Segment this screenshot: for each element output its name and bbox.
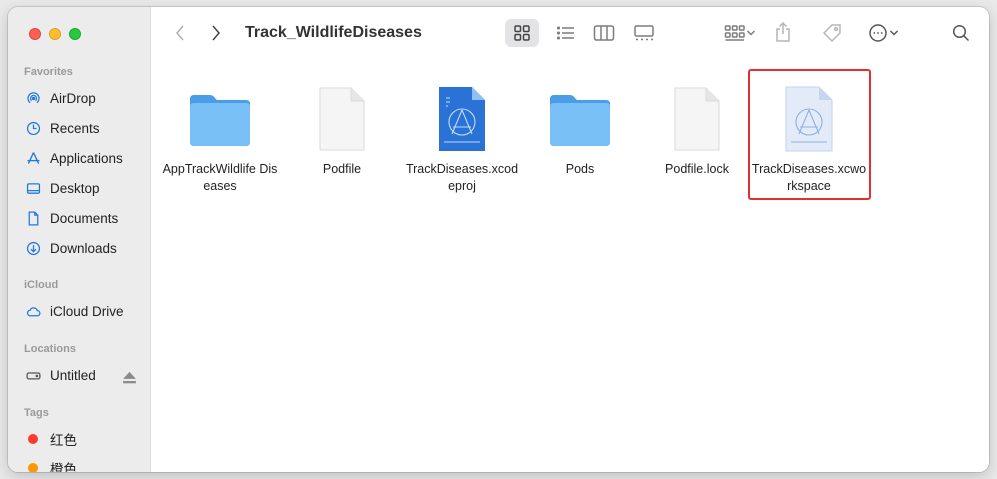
file-name: Pods — [565, 162, 595, 176]
locations-header: Locations — [24, 343, 76, 355]
cloud-icon — [22, 303, 44, 320]
list-view-button[interactable] — [549, 19, 583, 47]
tags-header: Tags — [24, 407, 49, 419]
toolbar: Track_WildlifeDiseases — [151, 7, 989, 59]
column-view-button[interactable] — [587, 19, 621, 47]
tag-orange-dot-icon — [22, 463, 44, 472]
download-icon — [22, 240, 44, 257]
chevron-left-icon — [176, 25, 184, 41]
sidebar-item-recents[interactable]: Recents — [22, 116, 144, 140]
favorites-header: Favorites — [24, 66, 73, 78]
document-icon — [306, 83, 378, 155]
chevron-down-icon — [746, 30, 756, 36]
sidebar-item-documents[interactable]: Documents — [22, 206, 144, 230]
document-icon — [22, 210, 44, 227]
grid-icon — [514, 25, 530, 41]
folder-icon — [184, 83, 256, 155]
more-actions-button[interactable] — [863, 19, 903, 47]
tags-button[interactable] — [819, 19, 845, 47]
file-item-pods-folder[interactable]: Pods — [520, 83, 640, 178]
sidebar-item-applications[interactable]: Applications — [22, 146, 144, 170]
sidebar-item-tag-red[interactable]: 红色 — [22, 427, 144, 451]
group-grid-icon — [724, 25, 745, 41]
search-icon — [952, 24, 970, 42]
file-item-podfile-lock[interactable]: Podfile.lock — [637, 83, 757, 178]
sidebar-item-label: Untitled — [50, 367, 96, 383]
window-title: Track_WildlifeDiseases — [245, 24, 422, 41]
ellipsis-circle-icon — [869, 24, 887, 42]
forward-button[interactable] — [205, 21, 227, 45]
group-by-button[interactable] — [717, 19, 763, 47]
sidebar-item-icloud-drive[interactable]: iCloud Drive — [22, 299, 144, 323]
icon-view-button[interactable] — [505, 19, 539, 47]
finder-window: Favorites AirDrop Recents Applications D… — [8, 7, 989, 472]
zoom-window-button[interactable] — [69, 28, 81, 40]
document-icon — [661, 83, 733, 155]
drive-icon — [22, 367, 44, 384]
sidebar-item-desktop[interactable]: Desktop — [22, 176, 144, 200]
airdrop-icon — [22, 90, 44, 107]
eject-icon[interactable] — [121, 369, 138, 386]
file-name: Podfile.lock — [665, 162, 729, 176]
xcode-project-icon — [426, 83, 498, 155]
tag-red-dot-icon — [22, 434, 44, 444]
file-item-xcodeproj[interactable]: TrackDiseases.xcodeproj — [402, 83, 522, 195]
sidebar-item-tag-orange[interactable]: 橙色 — [22, 456, 144, 472]
share-icon — [776, 21, 790, 42]
sidebar-item-downloads[interactable]: Downloads — [22, 236, 144, 260]
search-button[interactable] — [947, 19, 975, 47]
share-button[interactable] — [771, 17, 795, 47]
columns-icon — [593, 25, 615, 41]
file-name: TrackDiseases.xcodeproj — [405, 162, 519, 193]
sidebar-item-label: 橙色 — [50, 462, 77, 472]
sidebar-item-label: Recents — [50, 120, 100, 136]
sidebar-item-label: Downloads — [50, 240, 117, 256]
gallery-view-button[interactable] — [627, 19, 661, 47]
file-item-apptrackwildlife-folder[interactable]: AppTrackWildlife Diseases — [160, 83, 280, 195]
sidebar-item-label: 红色 — [50, 433, 77, 448]
file-name: Podfile — [322, 162, 362, 176]
file-name: AppTrackWildlife Diseases — [162, 162, 278, 193]
minimize-window-button[interactable] — [49, 28, 61, 40]
gallery-icon — [634, 25, 654, 41]
back-button[interactable] — [169, 21, 191, 45]
tag-icon — [822, 24, 841, 43]
list-icon — [556, 26, 574, 40]
file-browser: AppTrackWildlife Diseases Podfile TrackD… — [151, 59, 989, 472]
sidebar: Favorites AirDrop Recents Applications D… — [8, 7, 151, 472]
close-window-button[interactable] — [29, 28, 41, 40]
chevron-right-icon — [212, 25, 220, 41]
sidebar-item-label: Applications — [50, 150, 123, 166]
icloud-header: iCloud — [24, 279, 59, 291]
sidebar-item-airdrop[interactable]: AirDrop — [22, 86, 144, 110]
sidebar-item-label: AirDrop — [50, 90, 96, 106]
sidebar-item-label: Documents — [50, 210, 119, 226]
sidebar-item-label: iCloud Drive — [50, 303, 124, 319]
sidebar-item-label: Desktop — [50, 180, 100, 196]
applications-icon — [22, 150, 44, 167]
xcode-workspace-icon — [773, 83, 845, 155]
chevron-down-icon — [889, 30, 899, 36]
desktop-icon — [22, 180, 44, 197]
file-name: TrackDiseases.xcworkspace — [751, 162, 867, 193]
sidebar-item-untitled[interactable]: Untitled — [22, 363, 144, 387]
folder-icon — [544, 83, 616, 155]
file-item-xcworkspace[interactable]: TrackDiseases.xcworkspace — [749, 83, 869, 195]
clock-icon — [22, 120, 44, 137]
file-item-podfile[interactable]: Podfile — [282, 83, 402, 178]
